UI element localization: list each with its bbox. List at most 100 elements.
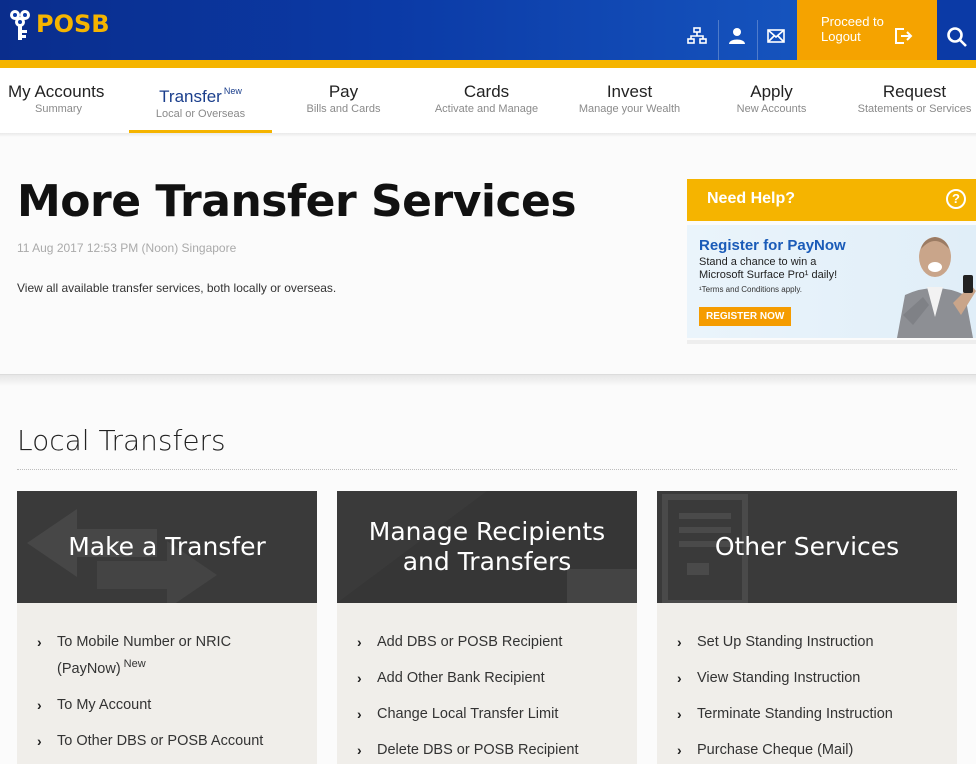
chevron-right-icon: › [37,733,42,749]
sitemap-icon[interactable] [683,22,711,50]
page-title: More Transfer Services [17,176,577,227]
section-title-local-transfers: Local Transfers [17,424,226,457]
link-label: Purchase Cheque (Mail) [697,742,854,758]
section-rule [17,469,957,470]
card-link-list: › Set Up Standing Instruction › View Stand… [677,631,947,764]
logout-button[interactable]: Proceed to Logout [797,0,937,60]
nav-pay[interactable]: Pay Bills and Cards [272,68,415,134]
header-accent-stripe [0,60,976,68]
mail-icon[interactable] [762,22,790,50]
card-header[interactable]: Other Services [657,491,957,603]
nav-transfer[interactable]: Transfer New Local or Overseas [129,68,272,134]
link-change-transfer-limit[interactable]: › Change Local Transfer Limit [357,703,627,725]
link-label: View Standing Instruction [697,670,861,686]
nav-label: Apply [750,82,793,101]
logout-icon [893,26,913,46]
chevron-right-icon: › [357,670,362,686]
nav-invest[interactable]: Invest Manage your Wealth [558,68,701,134]
nav-my-accounts[interactable]: My Accounts Summary [0,68,143,134]
page-description: View all available transfer services, bo… [17,281,337,295]
nav-sublabel: Statements or Services [857,103,972,115]
link-label: Set Up Standing Instruction [697,634,874,650]
logout-label: Proceed to Logout [821,14,884,44]
nav-sublabel: Manage your Wealth [578,103,681,115]
chevron-right-icon: › [677,706,682,722]
nav-sublabel: Activate and Manage [434,103,539,115]
chevron-right-icon: › [357,742,362,758]
promo-text: Stand a chance to win a Microsoft Surfac… [699,256,879,282]
main-nav: My Accounts Summary Transfer New Local or… [0,68,976,134]
link-add-dbs-posb-recipient[interactable]: › Add DBS or POSB Recipient [357,631,627,653]
card-make-a-transfer: Make a Transfer › To Mobile Number or NRI… [17,491,317,764]
nav-shadow [0,133,976,137]
promo-line2: Microsoft Surface Pro¹ daily! [699,269,838,281]
search-icon [947,27,967,47]
card-link-list: › Add DBS or POSB Recipient › Add Other Ba… [357,631,627,764]
link-label: To My Account [57,697,152,713]
promo-terms: ¹Terms and Conditions apply. [699,285,803,294]
posb-key-icon [6,6,34,42]
link-terminate-standing-instruction[interactable]: › Terminate Standing Instruction [677,703,947,725]
chevron-right-icon: › [677,742,682,758]
nav-label: Request [882,82,947,101]
logout-line1: Proceed to [821,14,884,29]
chevron-right-icon: › [37,634,42,650]
link-to-other-dbs-posb[interactable]: › To Other DBS or POSB Account [37,730,307,752]
link-purchase-cheque[interactable]: › Purchase Cheque (Mail) [677,739,947,761]
nav-cards[interactable]: Cards Activate and Manage [415,68,558,134]
logout-line2: Logout [821,29,861,44]
link-to-mobile-or-nric[interactable]: › To Mobile Number or NRIC (PayNow) New [37,631,307,680]
card-title-line1: Manage Recipients [368,517,606,546]
nav-label: My Accounts [8,82,105,101]
promo-line1: Stand a chance to win a [699,256,817,268]
nav-request[interactable]: Request Statements or Services [843,68,976,134]
link-label: Delete DBS or POSB Recipient [377,742,579,758]
header-separator [718,20,719,60]
promo-title: Register for PayNow [699,237,846,254]
link-label: Add DBS or POSB Recipient [377,634,563,650]
promo-man-illustration [897,237,976,338]
card-title: Make a Transfer [68,532,266,561]
nav-label: Cards [463,82,510,101]
nav-sublabel: Bills and Cards [306,103,381,115]
paynow-promo-banner[interactable]: Register for PayNow Stand a chance to wi… [687,225,976,338]
link-delete-dbs-posb-recipient[interactable]: › Delete DBS or POSB Recipient [357,739,627,761]
top-header: POSB Proceed to Logout [0,0,976,60]
need-help-header[interactable]: Need Help? ? [687,179,976,221]
timestamp: 11 Aug 2017 12:53 PM (Noon) Singapore [17,241,237,255]
link-to-my-account[interactable]: › To My Account [37,694,307,716]
posb-logo[interactable]: POSB [6,6,110,42]
nav-label-text: Transfer [159,87,222,106]
link-add-other-bank-recipient[interactable]: › Add Other Bank Recipient [357,667,627,689]
card-header[interactable]: Make a Transfer [17,491,317,603]
new-badge: New [223,86,242,96]
chevron-right-icon: › [357,706,362,722]
card-header[interactable]: Manage Recipients and Transfers [337,491,637,603]
link-label-cont: (PayNow) [57,661,121,677]
help-question-icon: ? [946,189,966,209]
link-label: To Other DBS or POSB Account [57,733,264,749]
nav-label: Pay [328,82,359,101]
profile-icon[interactable] [723,22,751,50]
header-separator [757,20,758,60]
register-now-button[interactable]: REGISTER NOW [699,307,792,326]
nav-label: Invest [606,82,653,101]
new-badge: New [123,658,146,670]
need-help-title: Need Help? [707,190,796,207]
promo-bottom-rule [687,340,976,344]
brand-name: POSB [36,10,110,38]
link-set-up-standing-instruction[interactable]: › Set Up Standing Instruction [677,631,947,653]
nav-label: Transfer New [129,86,272,107]
link-view-standing-instruction[interactable]: › View Standing Instruction [677,667,947,689]
card-title: Other Services [714,532,900,561]
link-label: Change Local Transfer Limit [377,706,559,722]
search-button[interactable] [937,0,976,60]
nav-sublabel: Local or Overseas [155,108,246,120]
chevron-right-icon: › [357,634,362,650]
nav-sublabel: Summary [35,103,83,115]
link-label: Terminate Standing Instruction [697,706,893,722]
link-label: To Mobile Number or NRIC [57,634,232,650]
nav-apply[interactable]: Apply New Accounts [700,68,843,134]
card-manage-recipients: Manage Recipients and Transfers › Add DBS… [337,491,637,764]
link-label: Add Other Bank Recipient [377,670,545,686]
